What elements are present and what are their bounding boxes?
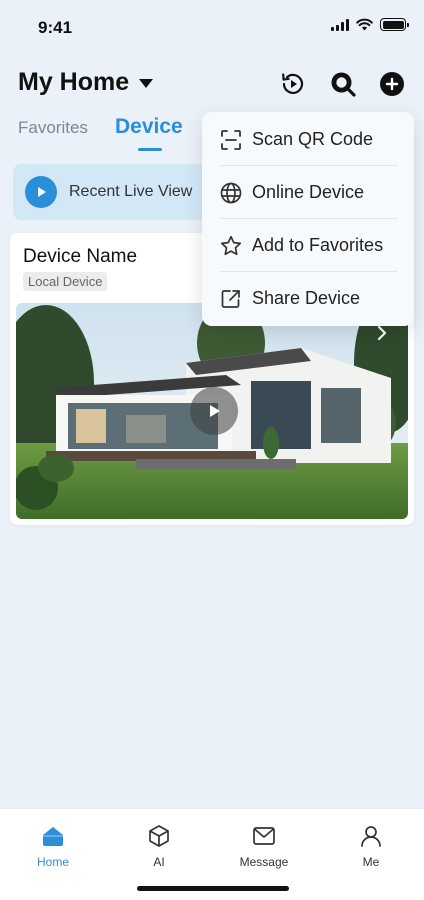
scan-qr-icon [220, 129, 242, 151]
caret-down-icon [139, 79, 154, 88]
nav-home[interactable]: Home [13, 823, 93, 869]
status-bar: 9:41 [0, 0, 424, 54]
add-menu-popup: Scan QR Code Online Device Add to Favori… [202, 112, 414, 326]
menu-item-add-favorites[interactable]: Add to Favorites [202, 219, 414, 272]
battery-icon [380, 18, 409, 31]
menu-item-label: Share Device [252, 288, 361, 308]
recent-live-view-label: Recent Live View [69, 183, 193, 200]
nav-message[interactable]: Message [224, 823, 304, 869]
playback-history-icon [282, 73, 304, 94]
menu-item-label: Add to Favorites [252, 235, 384, 255]
search-icon [331, 72, 356, 97]
star-icon [220, 235, 242, 257]
menu-item-label: Scan QR Code [252, 129, 374, 149]
cube-icon [146, 823, 172, 849]
header: My Home [0, 62, 424, 106]
playback-history-button[interactable] [279, 70, 307, 98]
menu-item-online-device[interactable]: Online Device [202, 166, 414, 219]
nav-label: Message [239, 855, 289, 869]
globe-icon [220, 182, 242, 204]
status-time: 9:41 [38, 18, 73, 37]
share-icon [220, 288, 242, 310]
device-name: Device Name [23, 246, 138, 267]
nav-me[interactable]: Me [331, 823, 411, 869]
device-preview-image[interactable] [16, 303, 408, 519]
bottom-nav: Home AI Message Me [0, 808, 424, 900]
video-play-button[interactable] [190, 387, 238, 435]
search-button[interactable] [329, 70, 357, 98]
home-selector[interactable]: My Home [18, 68, 154, 97]
tab-favorites[interactable]: Favorites [18, 118, 88, 138]
menu-item-label: Online Device [252, 182, 365, 202]
nav-label: Home [36, 855, 69, 869]
nav-label: Me [362, 855, 380, 869]
message-icon [251, 823, 277, 849]
page-title: My Home [18, 68, 130, 96]
signal-icon [331, 18, 349, 31]
play-icon [25, 176, 57, 208]
play-icon [210, 405, 220, 417]
menu-item-share-device[interactable]: Share Device [202, 272, 414, 325]
status-badge: Local Device [23, 272, 108, 291]
tab-device[interactable]: Device [115, 115, 183, 139]
home-indicator [137, 886, 289, 891]
status-icons [331, 18, 409, 31]
plus-circle-icon [380, 72, 404, 96]
wifi-icon [356, 18, 373, 31]
add-button[interactable] [378, 70, 406, 98]
menu-item-scan-qr[interactable]: Scan QR Code [202, 113, 414, 166]
home-icon [40, 823, 66, 849]
nav-label: AI [153, 855, 165, 869]
nav-ai[interactable]: AI [119, 823, 199, 869]
tab-active-indicator [138, 148, 162, 151]
person-icon [358, 823, 384, 849]
